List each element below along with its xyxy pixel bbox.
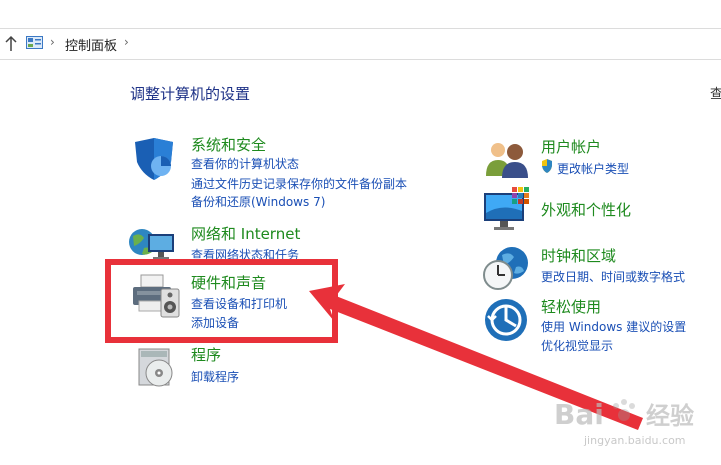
breadcrumb-separator[interactable]: ›: [124, 35, 129, 49]
link-file-history-backup[interactable]: 通过文件历史记录保存你的文件备份副本: [191, 175, 407, 192]
svg-text:jingyan.baidu.com: jingyan.baidu.com: [583, 434, 686, 447]
highlight-box: [105, 259, 338, 343]
link-uninstall-program[interactable]: 卸载程序: [191, 368, 239, 385]
link-change-account-type[interactable]: 更改帐户类型: [557, 160, 629, 177]
link-change-date-time-format[interactable]: 更改日期、时间或数字格式: [541, 268, 685, 285]
address-box[interactable]: › 控制面板 ›: [24, 33, 721, 55]
category-network-internet[interactable]: 网络和 Internet: [191, 223, 300, 244]
link-use-windows-recommended[interactable]: 使用 Windows 建议的设置: [541, 318, 686, 335]
user-accounts-icon[interactable]: [484, 138, 530, 178]
breadcrumb-separator: ›: [50, 35, 55, 49]
baidu-jingyan-watermark: Bai 经验 jingyan.baidu.com: [554, 398, 694, 447]
svg-text:经验: 经验: [646, 402, 694, 430]
clock-globe-icon[interactable]: [482, 245, 530, 291]
link-optimize-visual-display[interactable]: 优化视觉显示: [541, 337, 613, 354]
link-view-computer-status[interactable]: 查看你的计算机状态: [191, 155, 299, 172]
appearance-monitor-icon[interactable]: [482, 187, 532, 235]
category-user-accounts[interactable]: 用户帐户: [541, 136, 601, 157]
breadcrumb-control-panel[interactable]: 控制面板: [65, 35, 117, 54]
address-bar: › 控制面板 ›: [0, 28, 721, 60]
category-programs[interactable]: 程序: [191, 344, 221, 365]
category-system-security[interactable]: 系统和安全: [191, 134, 266, 155]
ease-of-access-icon[interactable]: [484, 298, 528, 342]
link-backup-restore[interactable]: 备份和还原(Windows 7): [191, 193, 325, 210]
programs-disc-icon[interactable]: [137, 347, 177, 389]
page-title: 调整计算机的设置: [130, 85, 251, 103]
up-arrow-icon[interactable]: [4, 35, 18, 53]
category-ease-of-access[interactable]: 轻松使用: [541, 296, 601, 317]
view-by-label[interactable]: 查: [710, 83, 721, 102]
network-globe-icon[interactable]: [128, 222, 180, 262]
category-clock-region[interactable]: 时钟和区域: [541, 245, 616, 266]
category-appearance[interactable]: 外观和个性化: [541, 199, 631, 220]
control-panel-icon: [26, 36, 43, 49]
shield-icon[interactable]: [131, 136, 177, 182]
svg-text:Bai: Bai: [554, 398, 604, 431]
uac-shield-icon: [542, 159, 552, 173]
